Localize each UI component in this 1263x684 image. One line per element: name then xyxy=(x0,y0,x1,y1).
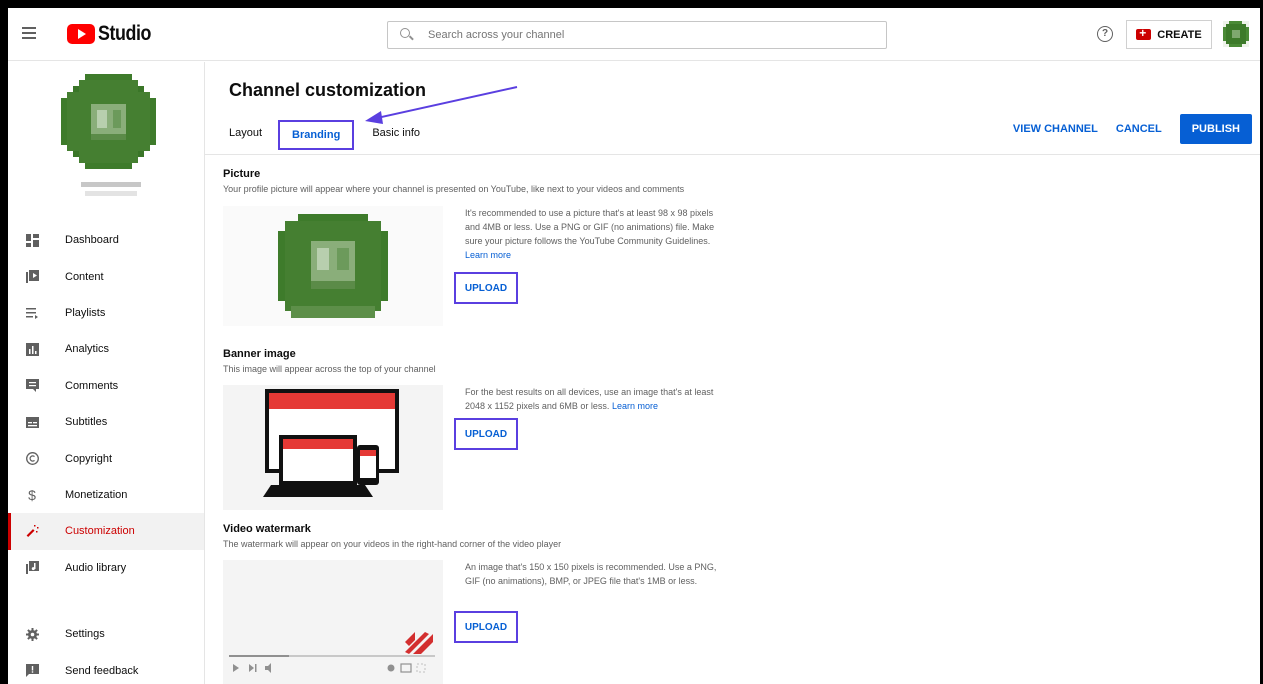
main-content: Channel customization Layout Branding Ba… xyxy=(205,62,1260,684)
subtitles-icon xyxy=(25,415,39,429)
picture-preview xyxy=(223,206,443,326)
sidebar-item-label: Monetization xyxy=(65,488,128,501)
banner-info: For the best results on all devices, use… xyxy=(465,385,725,413)
watermark-preview xyxy=(223,560,443,684)
banner-section: Banner image This image will appear acro… xyxy=(223,348,923,513)
sidebar-item-label: Content xyxy=(65,270,104,283)
banner-preview xyxy=(223,385,443,510)
watermark-info-text: An image that's 150 x 150 pixels is reco… xyxy=(465,562,717,586)
picture-title: Picture xyxy=(223,168,261,180)
sidebar: Dashboard Content Playlists Analytics Co… xyxy=(8,62,205,684)
sidebar-item-label: Settings xyxy=(65,628,105,641)
logo-text: Studio xyxy=(98,22,151,45)
comments-icon xyxy=(25,379,39,393)
picture-section: Picture Your profile picture will appear… xyxy=(223,168,923,338)
create-video-icon xyxy=(1136,26,1152,40)
search-input[interactable] xyxy=(428,29,828,41)
picture-info: It's recommended to use a picture that's… xyxy=(465,206,725,262)
account-avatar[interactable] xyxy=(1223,21,1249,47)
sidebar-item-label: Send feedback xyxy=(65,664,139,677)
action-bar: VIEW CHANNEL CANCEL PUBLISH xyxy=(1013,114,1252,144)
sidebar-item-label: Subtitles xyxy=(65,416,108,429)
sidebar-item-label: Comments xyxy=(65,379,119,392)
tab-bar: Layout Branding Basic info xyxy=(229,120,440,150)
analytics-icon xyxy=(25,342,39,356)
picture-learn-more-link[interactable]: Learn more xyxy=(465,250,511,260)
watermark-info: An image that's 150 x 150 pixels is reco… xyxy=(465,560,725,588)
watermark-upload-button[interactable]: UPLOAD xyxy=(454,611,518,643)
top-bar: Studio ? CREATE xyxy=(8,8,1260,61)
picture-upload-button[interactable]: UPLOAD xyxy=(454,272,518,304)
sidebar-item-label: Playlists xyxy=(65,306,106,319)
sidebar-bottom-nav: Settings Send feedback xyxy=(8,616,204,684)
watermark-section: Video watermark The watermark will appea… xyxy=(223,523,923,684)
sidebar-item-subtitles[interactable]: Subtitles xyxy=(8,404,204,440)
search-icon[interactable] xyxy=(400,28,414,42)
sidebar-item-playlists[interactable]: Playlists xyxy=(8,295,204,331)
copyright-icon xyxy=(25,452,39,466)
view-channel-button[interactable]: VIEW CHANNEL xyxy=(1013,123,1098,135)
sidebar-item-dashboard[interactable]: Dashboard xyxy=(8,222,204,258)
channel-avatar-pixel-art xyxy=(61,74,156,169)
content-icon xyxy=(25,270,39,284)
dashboard-icon xyxy=(25,233,39,247)
tab-layout[interactable]: Layout xyxy=(229,122,262,144)
youtube-play-icon xyxy=(67,24,95,44)
settings-icon xyxy=(25,627,39,641)
menu-icon[interactable] xyxy=(22,27,36,39)
studio-window: Studio ? CREATE xyxy=(8,8,1260,684)
customization-icon xyxy=(25,524,39,538)
tab-basic-info[interactable]: Basic info xyxy=(372,122,420,144)
sidebar-item-label: Dashboard xyxy=(65,234,119,247)
feedback-icon xyxy=(25,664,39,678)
audio-library-icon xyxy=(25,561,39,575)
banner-upload-button[interactable]: UPLOAD xyxy=(454,418,518,450)
playlists-icon xyxy=(25,306,39,320)
sidebar-item-label: Customization xyxy=(65,525,135,538)
sidebar-item-customization[interactable]: Customization xyxy=(8,513,204,550)
create-label: CREATE xyxy=(1157,28,1202,41)
sidebar-item-label: Audio library xyxy=(65,561,127,574)
tabs-divider xyxy=(205,154,1260,155)
sidebar-item-monetization[interactable]: $ Monetization xyxy=(8,477,204,513)
sidebar-nav: Dashboard Content Playlists Analytics Co… xyxy=(8,222,204,586)
sidebar-item-send-feedback[interactable]: Send feedback xyxy=(8,652,204,684)
banner-info-text: For the best results on all devices, use… xyxy=(465,387,714,411)
help-icon[interactable]: ? xyxy=(1097,26,1113,42)
watermark-title: Video watermark xyxy=(223,523,311,535)
create-button[interactable]: CREATE xyxy=(1126,20,1212,49)
banner-title: Banner image xyxy=(223,348,296,360)
sidebar-item-analytics[interactable]: Analytics xyxy=(8,331,204,367)
monetization-icon: $ xyxy=(28,486,36,503)
sidebar-item-comments[interactable]: Comments xyxy=(8,368,204,404)
sidebar-item-content[interactable]: Content xyxy=(8,258,204,294)
cancel-button[interactable]: CANCEL xyxy=(1116,123,1162,135)
search-bar[interactable] xyxy=(387,21,887,49)
publish-button[interactable]: PUBLISH xyxy=(1179,114,1252,144)
picture-description: Your profile picture will appear where y… xyxy=(223,184,685,194)
profile-picture-preview-image xyxy=(278,214,388,318)
sidebar-item-label: Copyright xyxy=(65,452,113,465)
sidebar-item-settings[interactable]: Settings xyxy=(8,616,204,652)
sidebar-item-copyright[interactable]: Copyright xyxy=(8,440,204,476)
channel-avatar[interactable] xyxy=(61,74,156,169)
picture-info-text: It's recommended to use a picture that's… xyxy=(465,208,715,246)
banner-description: This image will appear across the top of… xyxy=(223,364,436,374)
channel-name-placeholder xyxy=(81,182,141,200)
banner-devices-illustration xyxy=(263,389,399,497)
studio-logo[interactable]: Studio xyxy=(67,22,160,46)
banner-learn-more-link[interactable]: Learn more xyxy=(612,401,658,411)
tab-branding[interactable]: Branding xyxy=(278,120,355,150)
sidebar-item-label: Analytics xyxy=(65,343,110,356)
sidebar-item-audio-library[interactable]: Audio library xyxy=(8,550,204,586)
avatar-pixel-art xyxy=(1223,21,1249,47)
video-player-illustration xyxy=(223,560,443,684)
watermark-description: The watermark will appear on your videos… xyxy=(223,539,562,549)
